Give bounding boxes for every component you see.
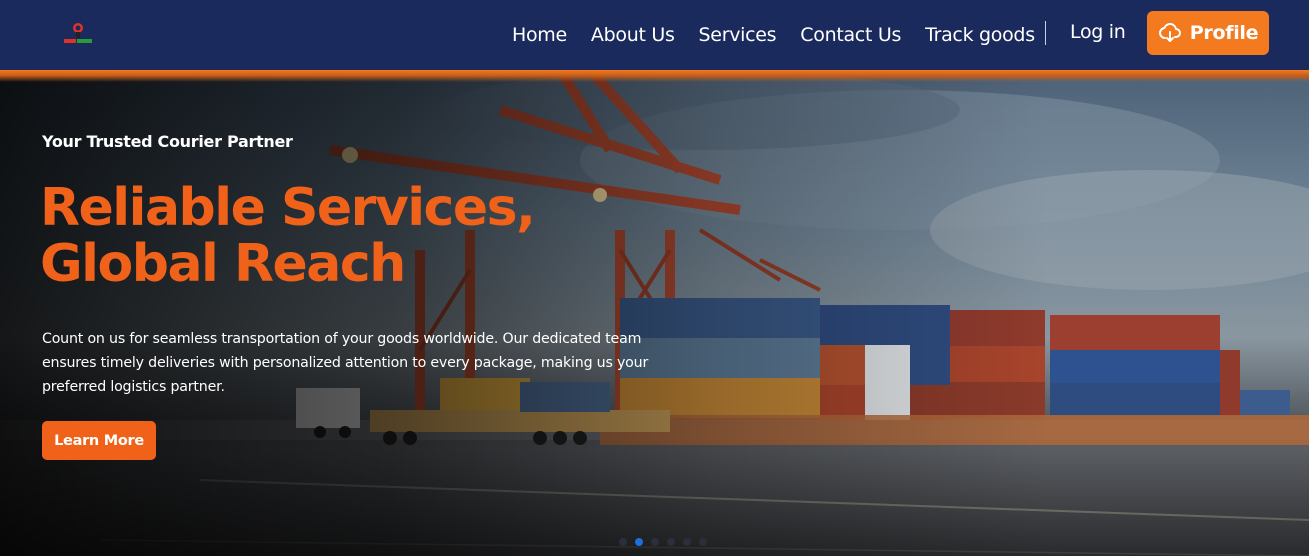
- hero-headline-line-1: Reliable Services,: [40, 178, 536, 238]
- cloud-download-icon: [1158, 22, 1181, 42]
- main-nav: Home About Us Services Contact Us Track …: [512, 0, 1059, 70]
- hero-headline-line-2: Global Reach: [40, 234, 406, 294]
- company-logo[interactable]: [60, 20, 96, 48]
- nav-link-track-goods[interactable]: Track goods: [925, 24, 1035, 46]
- carousel-indicators: [619, 538, 707, 546]
- navbar: Home About Us Services Contact Us Track …: [0, 0, 1309, 70]
- carousel-dot-active[interactable]: [635, 538, 643, 546]
- login-link[interactable]: Log in: [1070, 21, 1126, 43]
- nav-accent-band: [0, 70, 1309, 82]
- carousel-dot[interactable]: [699, 538, 707, 546]
- nav-link-home[interactable]: Home: [512, 24, 567, 46]
- hero-tagline: Your Trusted Courier Partner: [42, 132, 293, 151]
- carousel-dot[interactable]: [619, 538, 627, 546]
- nav-link-services[interactable]: Services: [699, 24, 777, 46]
- carousel-dot[interactable]: [667, 538, 675, 546]
- nav-link-contact-us[interactable]: Contact Us: [800, 24, 901, 46]
- profile-button[interactable]: Profile: [1147, 11, 1269, 55]
- hero-section: Your Trusted Courier Partner Reliable Se…: [0, 70, 1309, 556]
- nav-divider: [1045, 21, 1046, 45]
- carousel-dot[interactable]: [683, 538, 691, 546]
- carousel-dot[interactable]: [651, 538, 659, 546]
- learn-more-button[interactable]: Learn More: [42, 421, 156, 460]
- hero-description: Count on us for seamless transportation …: [42, 331, 649, 395]
- hero-headline: Reliable Services, Global Reach: [40, 180, 640, 292]
- profile-button-label: Profile: [1189, 22, 1259, 44]
- nav-link-about-us[interactable]: About Us: [591, 24, 675, 46]
